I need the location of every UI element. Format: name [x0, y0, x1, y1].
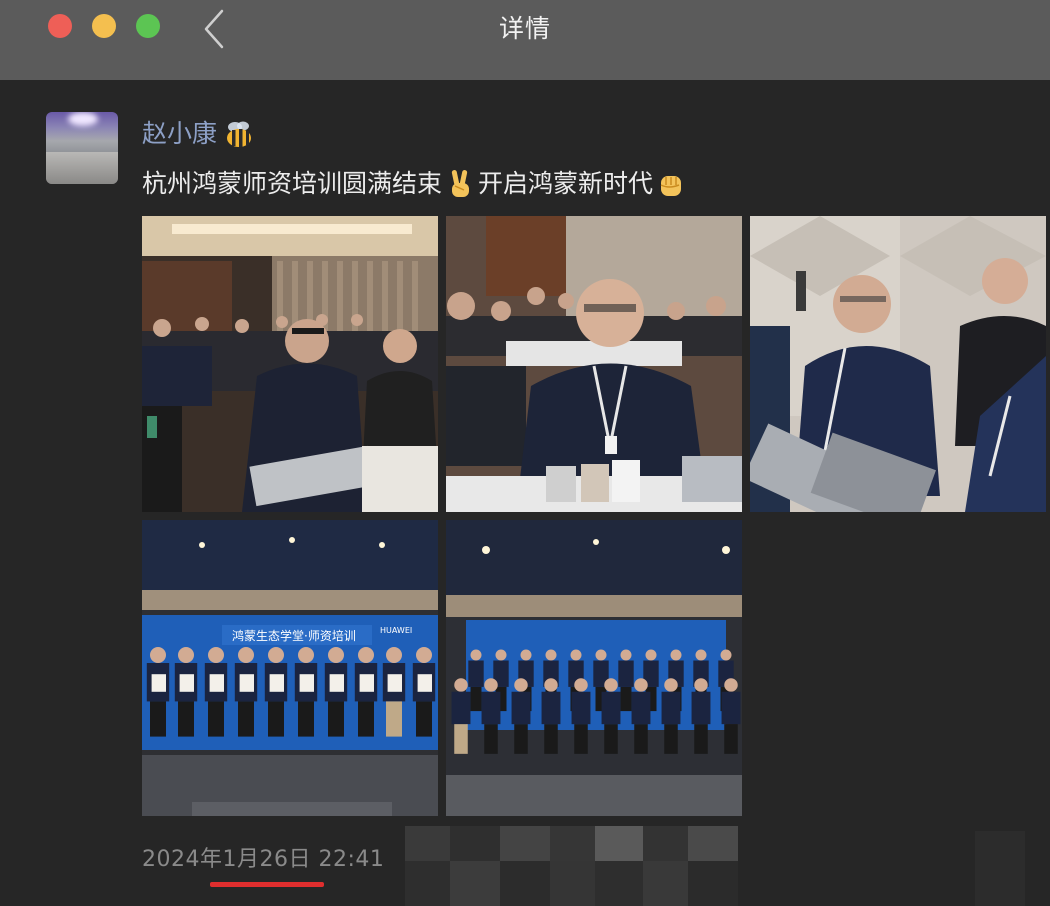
photo-attendee-closeup[interactable]	[446, 216, 742, 512]
post-text-part2: 开启鸿蒙新时代	[478, 169, 654, 198]
photo-certificate-group[interactable]: 鸿蒙生态学堂·师资培训 HUAWEI	[142, 520, 438, 816]
post-timestamp: 2024年1月26日 22:41	[142, 847, 385, 872]
redacted-mosaic	[405, 826, 1045, 906]
banner-text: 鸿蒙生态学堂·师资培训	[232, 628, 356, 643]
post-text: 杭州鸿蒙师资培训圆满结束 开启鸿蒙新时代	[142, 166, 689, 202]
post-text-part1: 杭州鸿蒙师资培训圆满结束	[142, 169, 443, 198]
banner-brand: HUAWEI	[380, 626, 412, 635]
photo-classroom-wide[interactable]	[142, 216, 438, 512]
title-bar: 详情	[0, 0, 1050, 80]
window-title: 详情	[498, 14, 551, 43]
bee-icon	[223, 119, 255, 149]
red-underline-annotation	[210, 882, 324, 887]
avatar[interactable]	[46, 112, 118, 184]
victory-hand-icon	[444, 168, 476, 200]
photo-attendee-profile[interactable]	[750, 216, 1046, 512]
author-name[interactable]: 赵小康	[142, 116, 217, 152]
photo-group-thumbs-up[interactable]	[446, 520, 742, 816]
raised-fist-icon	[655, 168, 687, 200]
author-name-row: 赵小康	[142, 116, 255, 152]
